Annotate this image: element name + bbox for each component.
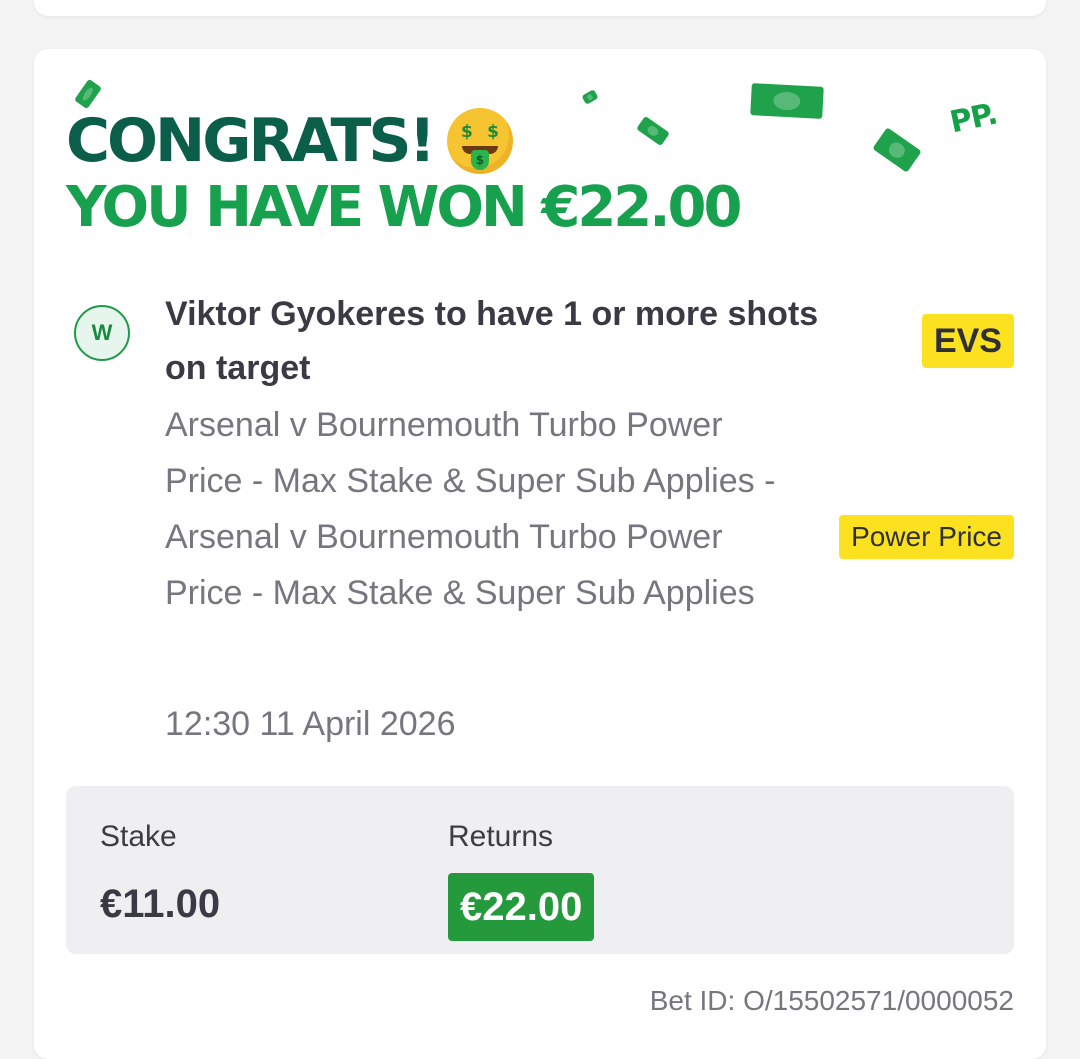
settled-bet-card: PP. CONGRATS! $ $ $ YOU HAVE WON €22.00 … [34,49,1046,1059]
market-description: Arsenal v Bournemouth Turbo Power Price … [165,406,776,612]
won-amount-heading: YOU HAVE WON €22.00 [66,175,742,240]
money-mouth-face-icon: $ $ $ [446,108,513,174]
bet-id: Bet ID: O/15502571/0000052 [649,985,1014,1016]
banknote-icon [750,83,824,119]
odds-badge: EVS [921,314,1014,368]
previous-bet-card [34,0,1046,16]
congrats-text: CONGRATS! [66,106,436,176]
congrats-heading: CONGRATS! $ $ $ [66,107,513,175]
selection-title: Viktor Gyokeres to have 1 or more shots … [165,295,819,387]
event-datetime: 12:30 11 April 2026 [165,705,456,743]
banknote-icon [73,78,103,110]
stake-value: €11.00 [100,882,221,926]
win-status-badge: W [74,305,130,361]
stake-label: Stake [100,820,177,853]
banknote-icon [636,115,670,147]
returns-label: Returns [448,820,554,853]
brand-mark: PP. [946,96,1001,141]
stake-returns-panel: Stake Returns €11.00 €22.00 [66,786,1014,954]
banknote-icon [872,127,922,173]
returns-value: €22.00 [448,873,595,941]
power-price-badge: Power Price [839,515,1014,559]
banknote-icon [581,89,599,105]
